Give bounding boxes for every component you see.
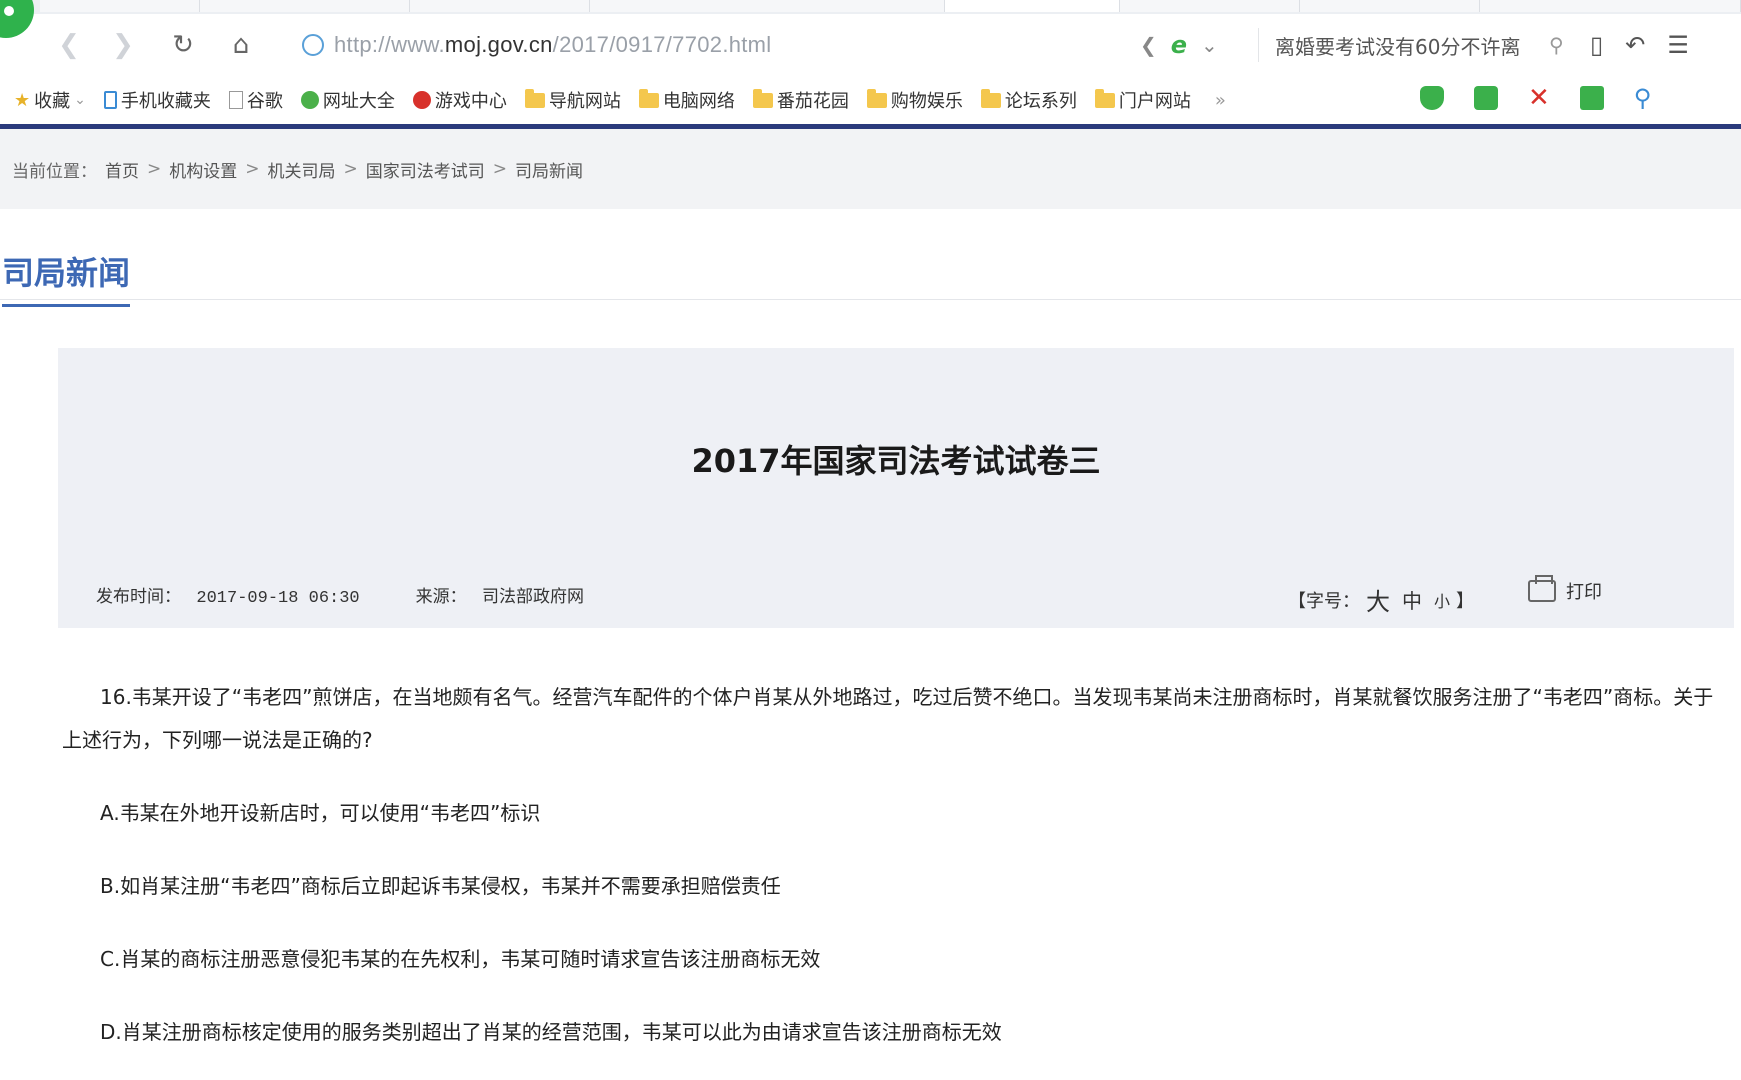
- url-text[interactable]: http://www.moj.gov.cn/2017/0917/7702.htm…: [334, 32, 772, 58]
- breadcrumb-separator: >: [147, 159, 162, 179]
- favorite-folder[interactable]: 导航网站: [524, 87, 621, 113]
- source-info: 来源： 司法部政府网: [415, 587, 585, 607]
- option-d: D.肖某注册商标核定使用的服务类别超出了肖某的经营范围，韦某可以此为由请求宣告该…: [100, 1020, 1002, 1044]
- article-meta: 发布时间： 2017-09-18 06:30 来源： 司法部政府网: [96, 582, 584, 608]
- breadcrumb: 当前位置： 首页 > 机构设置 > 机关司局 > 国家司法考试司 > 司局新闻: [0, 129, 1741, 209]
- address-tools: ❮ e ⌄: [1140, 28, 1218, 62]
- download-icon[interactable]: [1474, 86, 1498, 110]
- folder-icon: [638, 88, 659, 108]
- folder-icon: [524, 88, 545, 108]
- option-a: A.韦某在外地开设新店时，可以使用“韦老四”标识: [100, 801, 541, 825]
- folder-icon: [980, 88, 1001, 108]
- refresh-icon: ↻: [172, 30, 194, 60]
- article-source: 司法部政府网: [482, 587, 585, 607]
- browser-tab[interactable]: [40, 0, 200, 12]
- back-arrow-icon: ❮: [58, 30, 80, 60]
- breadcrumb-separator: >: [245, 159, 260, 179]
- phone-icon: [103, 91, 117, 109]
- extension-tools: ✕ ⚲: [1420, 85, 1652, 111]
- section-divider: [0, 299, 1741, 300]
- favorites-more-button[interactable]: »: [1215, 90, 1226, 111]
- favorite-folder[interactable]: 购物娱乐: [866, 87, 963, 113]
- folder-icon: [866, 88, 887, 108]
- breadcrumb-link-home[interactable]: 首页: [105, 157, 139, 182]
- browser-tools: ▯ ↶ ☰: [1590, 28, 1689, 62]
- article-title: 2017年国家司法考试试卷三: [691, 442, 1101, 480]
- favorite-item[interactable]: 网址大全: [300, 87, 395, 113]
- favorite-folder[interactable]: 门户网站: [1094, 87, 1191, 113]
- option-c: C.肖某的商标注册恶意侵犯韦某的在先权利，韦某可随时请求宣告该注册商标无效: [100, 947, 821, 971]
- game-icon: [412, 91, 431, 109]
- screenshot-icon[interactable]: [1579, 86, 1604, 110]
- browser-tab[interactable]: [1300, 0, 1480, 12]
- browser-tab[interactable]: [410, 0, 590, 12]
- chevron-down-icon[interactable]: ⌄: [1201, 33, 1218, 57]
- browser-tab[interactable]: [590, 0, 945, 12]
- browser-tab[interactable]: [1120, 0, 1300, 12]
- star-icon: ★: [14, 89, 31, 111]
- font-size-switcher: 【字号： 大 中 小 】: [1288, 582, 1474, 617]
- article-body: 16.韦某开设了“韦老四”煎饼店，在当地颇有名气。经营汽车配件的个体户肖某从外地…: [62, 676, 1732, 1054]
- address-bar[interactable]: http://www.moj.gov.cn/2017/0917/7702.htm…: [290, 26, 1110, 64]
- refresh-button[interactable]: ↻: [166, 28, 200, 62]
- breadcrumb-link[interactable]: 司局新闻: [515, 157, 583, 182]
- font-size-large-button[interactable]: 大: [1366, 582, 1390, 617]
- favorite-item[interactable]: ★ 收藏 ⌄: [14, 87, 86, 113]
- site-security-icon: [302, 34, 324, 56]
- publish-time: 2017-09-18 06:30: [196, 589, 360, 608]
- font-size-medium-button[interactable]: 中: [1402, 585, 1422, 614]
- home-button[interactable]: ⌂: [224, 28, 258, 62]
- page-icon: [228, 91, 243, 109]
- forward-button[interactable]: ❯: [106, 28, 140, 62]
- print-label: 打印: [1566, 582, 1602, 603]
- favorite-folder[interactable]: 论坛系列: [980, 87, 1077, 113]
- scissors-icon[interactable]: ✕: [1528, 85, 1550, 111]
- article-header: 2017年国家司法考试试卷三 发布时间： 2017-09-18 06:30 来源…: [58, 348, 1734, 628]
- tablet-icon[interactable]: ▯: [1590, 31, 1603, 59]
- back-button[interactable]: ❮: [52, 28, 86, 62]
- forward-arrow-icon: ❯: [112, 30, 134, 60]
- option-b: B.如肖某注册“韦老四”商标后立即起诉韦某侵权，韦某并不需要承担赔偿责任: [100, 874, 781, 898]
- browser-tab[interactable]: [1480, 0, 1741, 12]
- share-icon[interactable]: ❮: [1140, 33, 1157, 57]
- favorite-item[interactable]: 游戏中心: [412, 87, 507, 113]
- menu-icon[interactable]: ☰: [1667, 31, 1689, 59]
- search-box[interactable]: 离婚要考试没有60分不许离 ⚲: [1258, 28, 1576, 62]
- navigation-bar: ❮ ❯ ↻ ⌂ http://www.moj.gov.cn/2017/0917/…: [0, 14, 1741, 76]
- breadcrumb-separator: >: [492, 159, 507, 179]
- site-icon: [300, 91, 319, 109]
- publish-info: 发布时间： 2017-09-18 06:30: [96, 587, 360, 608]
- browser-tab[interactable]: [200, 0, 410, 12]
- undo-icon[interactable]: ↶: [1625, 31, 1645, 59]
- favorite-folder[interactable]: 电脑网络: [638, 87, 735, 113]
- search-icon[interactable]: ⚲: [1549, 33, 1564, 57]
- favorite-folder[interactable]: 番茄花园: [752, 87, 849, 113]
- chevron-down-icon[interactable]: ⌄: [74, 92, 86, 108]
- printer-icon: [1528, 575, 1556, 602]
- breadcrumb-link[interactable]: 国家司法考试司: [366, 157, 485, 182]
- favorite-item[interactable]: 谷歌: [228, 87, 283, 113]
- browser-tab-active[interactable]: [945, 0, 1120, 12]
- print-button[interactable]: 打印: [1528, 575, 1602, 604]
- favorite-item[interactable]: 手机收藏夹: [103, 87, 211, 113]
- breadcrumb-link[interactable]: 机关司局: [268, 157, 336, 182]
- breadcrumb-prefix: 当前位置：: [12, 161, 97, 182]
- question-text: 16.韦某开设了“韦老四”煎饼店，在当地颇有名气。经营汽车配件的个体户肖某从外地…: [62, 685, 1714, 752]
- breadcrumb-separator: >: [343, 159, 358, 179]
- ie-compat-icon[interactable]: e: [1171, 31, 1187, 59]
- favorites-bar: ★ 收藏 ⌄ 手机收藏夹 谷歌 网址大全 游戏中心 导航网站 电脑网络 番茄花园…: [0, 76, 1741, 124]
- tab-strip: [0, 0, 1741, 14]
- breadcrumb-link[interactable]: 机构设置: [169, 157, 237, 182]
- find-icon[interactable]: ⚲: [1634, 86, 1652, 110]
- search-input[interactable]: 离婚要考试没有60分不许离: [1275, 31, 1545, 60]
- shield-icon[interactable]: [1420, 86, 1444, 110]
- font-size-small-button[interactable]: 小: [1434, 588, 1450, 612]
- home-icon: ⌂: [232, 30, 250, 60]
- folder-icon: [1094, 88, 1115, 108]
- folder-icon: [752, 88, 773, 108]
